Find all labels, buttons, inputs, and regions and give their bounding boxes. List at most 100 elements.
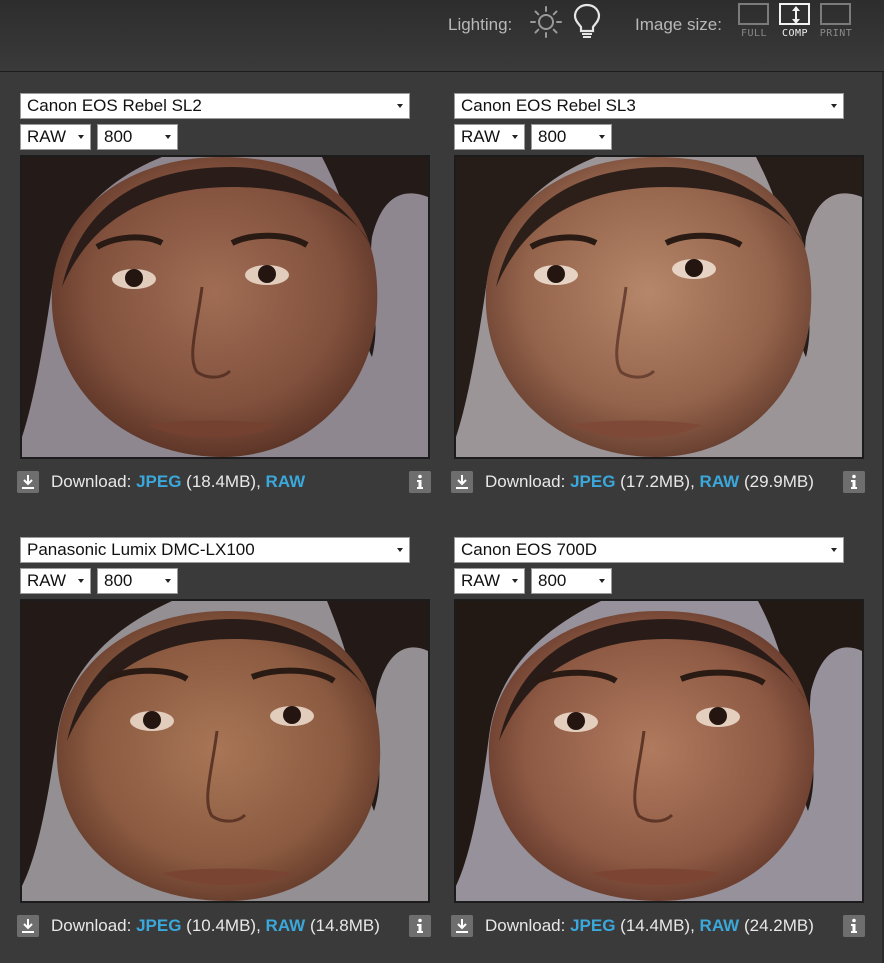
comparison-tool: Lighting: Image size: FULL COMP PRINT Ca… [0, 0, 884, 963]
size-comp-button[interactable]: COMP [778, 2, 814, 42]
sun-icon[interactable] [529, 5, 563, 39]
raw-link[interactable]: RAW [266, 472, 306, 491]
camera-select[interactable]: Panasonic Lumix DMC-LX100 [20, 537, 410, 563]
separator: , [256, 472, 261, 491]
portrait-photo [22, 601, 428, 901]
portrait-photo [456, 157, 862, 457]
mode-select-value: RAW [27, 127, 67, 146]
download-row: Download: JPEG (18.4MB), RAW [17, 469, 431, 495]
size-full-label: FULL [740, 28, 768, 39]
chevron-down-icon [512, 579, 518, 583]
mode-select-value: RAW [461, 127, 501, 146]
camera-select[interactable]: Canon EOS 700D [454, 537, 844, 563]
mode-select[interactable]: RAW [20, 568, 91, 594]
jpeg-link[interactable]: JPEG [136, 916, 181, 935]
download-label: Download: [485, 472, 566, 491]
chevron-down-icon [831, 548, 837, 552]
full-size-icon [738, 3, 769, 25]
portrait-photo [456, 601, 862, 901]
raw-link[interactable]: RAW [700, 472, 740, 491]
sample-image[interactable] [20, 599, 430, 903]
raw-size: (24.2MB) [743, 916, 814, 935]
download-icon[interactable] [451, 915, 473, 937]
sample-image[interactable] [20, 155, 430, 459]
separator: , [690, 916, 695, 935]
iso-select[interactable]: 800 [97, 124, 178, 150]
separator: , [256, 916, 261, 935]
jpeg-link[interactable]: JPEG [570, 916, 615, 935]
chevron-down-icon [831, 104, 837, 108]
comparison-panel: Panasonic Lumix DMC-LX100 RAW 800 Downlo… [17, 537, 431, 957]
download-text: Download: JPEG (14.4MB), RAW (24.2MB) [485, 913, 814, 939]
image-size-label: Image size: [635, 15, 722, 34]
sample-image[interactable] [454, 599, 864, 903]
jpeg-size: (18.4MB) [186, 472, 257, 491]
camera-select-value: Canon EOS Rebel SL2 [27, 96, 202, 115]
mode-select[interactable]: RAW [454, 124, 525, 150]
camera-select-value: Panasonic Lumix DMC-LX100 [27, 540, 255, 559]
mode-select-value: RAW [27, 571, 67, 590]
chevron-down-icon [397, 104, 403, 108]
jpeg-size: (14.4MB) [620, 916, 691, 935]
download-icon[interactable] [17, 915, 39, 937]
iso-select[interactable]: 800 [97, 568, 178, 594]
info-icon[interactable] [409, 471, 431, 493]
chevron-down-icon [512, 135, 518, 139]
camera-select-value: Canon EOS 700D [461, 540, 598, 559]
download-label: Download: [51, 916, 132, 935]
mode-select[interactable]: RAW [20, 124, 91, 150]
download-row: Download: JPEG (14.4MB), RAW (24.2MB) [451, 913, 865, 939]
sample-image[interactable] [454, 155, 864, 459]
iso-select-value: 800 [538, 127, 567, 146]
comparison-panel: Canon EOS Rebel SL2 RAW 800 Download: JP… [17, 93, 431, 513]
portrait-photo [22, 157, 428, 457]
toolbar: Lighting: Image size: FULL COMP PRINT [0, 0, 884, 72]
raw-link[interactable]: RAW [266, 916, 306, 935]
chevron-down-icon [397, 548, 403, 552]
chevron-down-icon [165, 579, 171, 583]
jpeg-size: (17.2MB) [620, 472, 691, 491]
download-label: Download: [51, 472, 132, 491]
comparison-panel: Canon EOS Rebel SL3 RAW 800 Download: JP… [451, 93, 865, 513]
comp-size-icon [779, 3, 810, 25]
print-size-icon [820, 3, 851, 25]
download-icon[interactable] [17, 471, 39, 493]
download-icon[interactable] [451, 471, 473, 493]
mode-select[interactable]: RAW [454, 568, 525, 594]
chevron-down-icon [165, 135, 171, 139]
separator: , [690, 472, 695, 491]
chevron-down-icon [599, 135, 605, 139]
iso-select[interactable]: 800 [531, 568, 612, 594]
bulb-icon[interactable] [572, 2, 602, 40]
download-row: Download: JPEG (10.4MB), RAW (14.8MB) [17, 913, 431, 939]
chevron-down-icon [599, 579, 605, 583]
size-print-label: PRINT [819, 28, 853, 39]
info-icon[interactable] [843, 915, 865, 937]
camera-select[interactable]: Canon EOS Rebel SL2 [20, 93, 410, 119]
chevron-down-icon [78, 135, 84, 139]
size-comp-label: COMP [781, 28, 809, 39]
download-row: Download: JPEG (17.2MB), RAW (29.9MB) [451, 469, 865, 495]
lighting-label: Lighting: [448, 15, 513, 34]
chevron-down-icon [78, 579, 84, 583]
jpeg-size: (10.4MB) [186, 916, 257, 935]
iso-select-value: 800 [104, 571, 133, 590]
info-icon[interactable] [843, 471, 865, 493]
raw-link[interactable]: RAW [700, 916, 740, 935]
download-text: Download: JPEG (10.4MB), RAW (14.8MB) [51, 913, 380, 939]
raw-size: (14.8MB) [309, 916, 380, 935]
download-text: Download: JPEG (18.4MB), RAW [51, 469, 305, 495]
download-text: Download: JPEG (17.2MB), RAW (29.9MB) [485, 469, 814, 495]
camera-select[interactable]: Canon EOS Rebel SL3 [454, 93, 844, 119]
iso-select-value: 800 [538, 571, 567, 590]
mode-select-value: RAW [461, 571, 501, 590]
iso-select-value: 800 [104, 127, 133, 146]
iso-select[interactable]: 800 [531, 124, 612, 150]
camera-select-value: Canon EOS Rebel SL3 [461, 96, 636, 115]
raw-size: (29.9MB) [743, 472, 814, 491]
size-print-button[interactable]: PRINT [819, 2, 855, 42]
jpeg-link[interactable]: JPEG [136, 472, 181, 491]
info-icon[interactable] [409, 915, 431, 937]
jpeg-link[interactable]: JPEG [570, 472, 615, 491]
size-full-button[interactable]: FULL [737, 2, 773, 42]
